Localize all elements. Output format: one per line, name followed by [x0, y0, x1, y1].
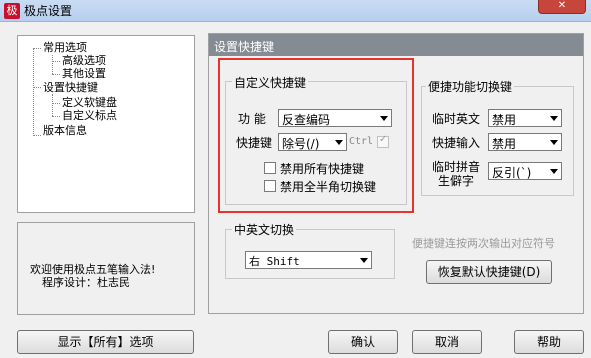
chevron-down-icon: [550, 169, 558, 174]
cn-en-switch-title: 中英文切换: [232, 221, 297, 238]
hint-text: 便捷键连按两次输出对应符号: [412, 237, 555, 250]
tree-connector: [33, 48, 34, 136]
tree-connector: [52, 94, 53, 116]
help-button[interactable]: 帮助: [514, 330, 584, 354]
author-text: 程序设计：杜志民: [42, 276, 130, 289]
tree-item-punctuation[interactable]: 自定义标点: [62, 109, 117, 122]
welcome-box: 欢迎使用极点五笔输入法! 程序设计：杜志民: [17, 222, 195, 315]
title-bar: 极 极点设置 ✕: [0, 0, 591, 22]
tree-connector: [52, 116, 60, 117]
tree-item-hotkeys[interactable]: 设置快捷键: [43, 81, 98, 94]
close-icon: ✕: [557, 0, 567, 11]
app-icon: 极: [4, 3, 20, 19]
chevron-down-icon: [360, 258, 368, 263]
tree-item-advanced[interactable]: 高级选项: [62, 54, 106, 67]
quick-input-select[interactable]: 禁用: [488, 133, 562, 151]
panel-header: 设置快捷键: [209, 34, 583, 56]
tree-connector: [52, 103, 60, 104]
temp-pinyin-value: 反引(`): [492, 166, 532, 180]
chevron-down-icon: [550, 140, 558, 145]
window-title: 极点设置: [24, 4, 73, 18]
panel-title: 设置快捷键: [214, 40, 275, 54]
cancel-button[interactable]: 取消: [412, 330, 482, 354]
cn-en-switch-value: 右 Shift: [249, 255, 300, 268]
ok-button[interactable]: 确认: [328, 330, 398, 354]
tree-item-common[interactable]: 常用选项: [43, 41, 87, 54]
temp-english-label: 临时英文: [432, 112, 481, 126]
highlight-box: [218, 58, 414, 213]
tree-item-other[interactable]: 其他设置: [62, 67, 106, 80]
quick-input-label: 快捷输入: [432, 136, 481, 150]
temp-pinyin-select[interactable]: 反引(`): [488, 162, 562, 180]
tree-connector: [52, 61, 60, 62]
chevron-down-icon: [550, 116, 558, 121]
tree-connector: [33, 135, 41, 136]
temp-english-select[interactable]: 禁用: [488, 109, 562, 127]
tree-connector: [52, 55, 53, 74]
temp-english-value: 禁用: [492, 113, 517, 127]
tree-connector: [33, 87, 41, 88]
show-all-button[interactable]: 显示【所有】选项: [17, 330, 194, 354]
close-button[interactable]: ✕: [538, 0, 586, 14]
tree-item-softkeyboard[interactable]: 定义软键盘: [62, 96, 117, 109]
temp-pinyin-label-2: 生僻字: [438, 174, 475, 188]
quick-input-value: 禁用: [492, 137, 517, 151]
cn-en-switch-select[interactable]: 右 Shift: [245, 251, 372, 269]
settings-tree[interactable]: 常用选项 高级选项 其他设置 设置快捷键 定义软键盘 自定义标点 版本信息: [17, 35, 195, 213]
restore-default-button[interactable]: 恢复默认快捷键(D): [426, 260, 552, 284]
convenience-group-title: 便捷功能切换键: [426, 78, 515, 95]
tree-connector: [33, 48, 41, 49]
tree-item-version[interactable]: 版本信息: [43, 124, 87, 137]
tree-connector: [52, 74, 60, 75]
